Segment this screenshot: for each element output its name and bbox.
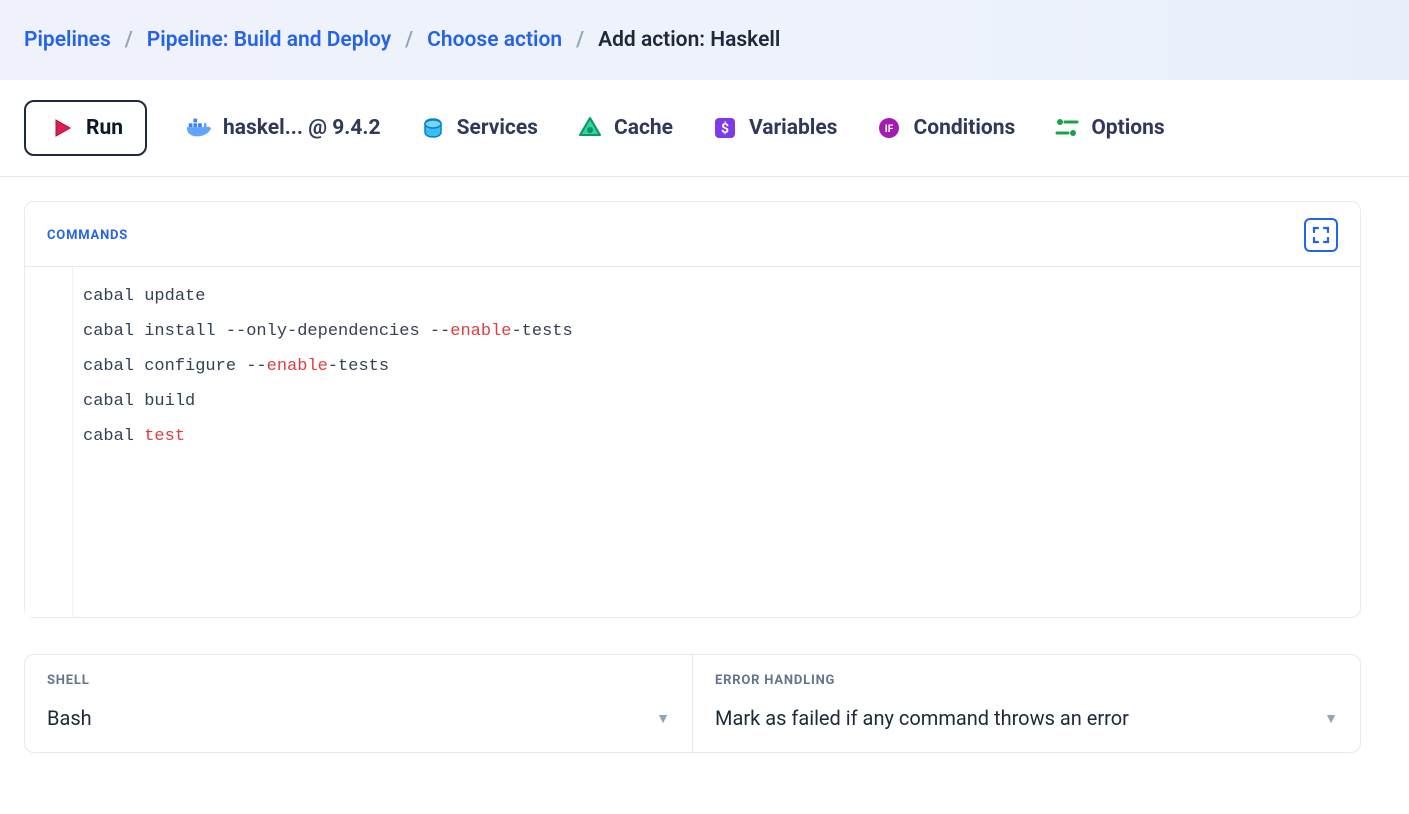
services-icon <box>419 114 447 142</box>
breadcrumb-separator: / <box>405 28 413 52</box>
breadcrumb-pipeline-detail[interactable]: Pipeline: Build and Deploy <box>147 28 391 52</box>
tab-label: Services <box>457 116 538 140</box>
code-line: cabal install --only-dependencies --enab… <box>83 322 1350 341</box>
tab-variables[interactable]: $ Variables <box>711 106 837 150</box>
code-line: cabal test <box>83 427 1350 446</box>
tab-services[interactable]: Services <box>419 106 538 150</box>
variables-icon: $ <box>711 114 739 142</box>
breadcrumb-choose-action[interactable]: Choose action <box>427 28 562 52</box>
play-icon <box>48 114 76 142</box>
tab-options[interactable]: Options <box>1053 106 1164 150</box>
error-handling-value: Mark as failed if any command throws an … <box>715 706 1129 730</box>
svg-text:IF: IF <box>885 124 894 135</box>
expand-button[interactable] <box>1304 218 1338 252</box>
action-tabs: Run haskel... @ 9.4.2 Services Cache $ V… <box>0 80 1409 177</box>
breadcrumb-separator: / <box>125 28 133 52</box>
chevron-down-icon: ▼ <box>1324 710 1338 727</box>
error-handling-label: ERROR HANDLING <box>715 673 1338 688</box>
breadcrumb-separator: / <box>576 28 584 52</box>
breadcrumb: Pipelines / Pipeline: Build and Deploy /… <box>24 28 1385 52</box>
tab-run[interactable]: Run <box>24 100 147 156</box>
tab-cache[interactable]: Cache <box>576 106 673 150</box>
tab-label: haskel... @ 9.4.2 <box>223 116 381 140</box>
tab-label: Run <box>86 116 123 140</box>
commands-editor[interactable]: cabal update cabal install --only-depende… <box>25 267 1360 617</box>
svg-text:$: $ <box>721 120 729 137</box>
chevron-down-icon: ▼ <box>656 710 670 727</box>
shell-value: Bash <box>47 706 92 730</box>
code-line: cabal configure --enable-tests <box>83 357 1350 376</box>
commands-panel: COMMANDS cabal update cabal install --onl… <box>24 201 1361 618</box>
code-area[interactable]: cabal update cabal install --only-depende… <box>73 267 1360 617</box>
cache-icon <box>576 114 604 142</box>
error-handling-select[interactable]: Mark as failed if any command throws an … <box>715 706 1338 730</box>
breadcrumb-pipelines[interactable]: Pipelines <box>24 28 111 52</box>
shell-label: SHELL <box>47 673 670 688</box>
code-line: cabal build <box>83 392 1350 411</box>
options-icon <box>1053 114 1081 142</box>
breadcrumb-current: Add action: Haskell <box>598 28 780 52</box>
tab-label: Variables <box>749 116 837 140</box>
code-line: cabal update <box>83 287 1350 306</box>
commands-title: COMMANDS <box>47 228 128 243</box>
tab-label: Conditions <box>913 116 1015 140</box>
tab-docker-image[interactable]: haskel... @ 9.4.2 <box>185 106 381 150</box>
shell-select[interactable]: Bash ▼ <box>47 706 670 730</box>
conditions-icon: IF <box>875 114 903 142</box>
editor-gutter <box>25 267 73 617</box>
expand-icon <box>1311 225 1331 245</box>
tab-conditions[interactable]: IF Conditions <box>875 106 1015 150</box>
docker-icon <box>185 114 213 142</box>
tab-label: Options <box>1091 116 1164 140</box>
tab-label: Cache <box>614 116 673 140</box>
